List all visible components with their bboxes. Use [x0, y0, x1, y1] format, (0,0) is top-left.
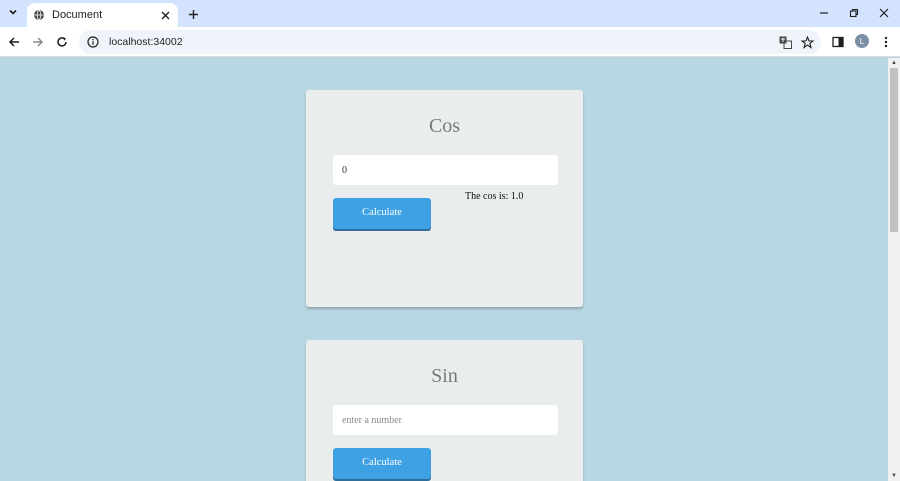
cos-title: Cos [428, 115, 461, 137]
reload-icon [57, 37, 67, 47]
browser-toolbar: localhost:34002 L [0, 27, 900, 57]
address-bar[interactable]: localhost:34002 [79, 30, 821, 54]
cos-result: The cos is: 1.0 [465, 191, 524, 202]
browser-tab[interactable]: Document [27, 3, 178, 27]
close-icon [879, 8, 889, 18]
globe-icon [33, 9, 45, 21]
page-viewport: Cos Calculate The cos is: 1.0 Sin Calcul… [0, 58, 888, 481]
minimize-button[interactable] [815, 5, 833, 21]
sin-input[interactable] [333, 405, 558, 435]
chevron-down-icon [8, 7, 18, 20]
arrow-right-icon [33, 37, 44, 47]
close-icon [161, 11, 169, 19]
scroll-up-arrow[interactable]: ▲ [888, 58, 900, 68]
scroll-down-arrow[interactable]: ▼ [888, 471, 900, 481]
sin-title: Sin [431, 365, 458, 387]
new-tab-button[interactable] [185, 6, 201, 22]
url-text[interactable]: localhost:34002 [109, 36, 777, 48]
tab-close-button[interactable] [158, 8, 172, 22]
browser-titlebar: Document [0, 0, 900, 27]
plus-icon [188, 9, 198, 19]
arrow-left-icon [8, 37, 19, 47]
side-panel-button[interactable] [829, 33, 847, 51]
minimize-icon [820, 12, 828, 14]
forward-button[interactable] [29, 33, 47, 51]
sin-card: Sin Calculate [306, 340, 583, 481]
restore-icon [849, 8, 859, 18]
more-vertical-icon [884, 36, 888, 48]
translate-icon[interactable] [777, 34, 793, 50]
tab-search-button[interactable] [5, 5, 21, 21]
tab-title: Document [52, 9, 103, 21]
info-icon[interactable] [87, 36, 99, 48]
side-panel-icon [832, 36, 844, 48]
cos-calculate-button[interactable]: Calculate [333, 198, 431, 229]
cos-input[interactable] [333, 155, 558, 185]
close-window-button[interactable] [875, 5, 893, 21]
star-icon[interactable] [799, 34, 815, 50]
profile-avatar[interactable]: L [855, 34, 869, 48]
scroll-thumb[interactable] [890, 68, 898, 232]
back-button[interactable] [5, 33, 23, 51]
cos-card: Cos Calculate The cos is: 1.0 [306, 90, 583, 307]
reload-button[interactable] [53, 33, 71, 51]
sin-calculate-button[interactable]: Calculate [333, 448, 431, 479]
restore-button[interactable] [845, 5, 863, 21]
page-scrollbar[interactable]: ▲ ▼ [888, 58, 900, 481]
menu-button[interactable] [877, 33, 895, 51]
